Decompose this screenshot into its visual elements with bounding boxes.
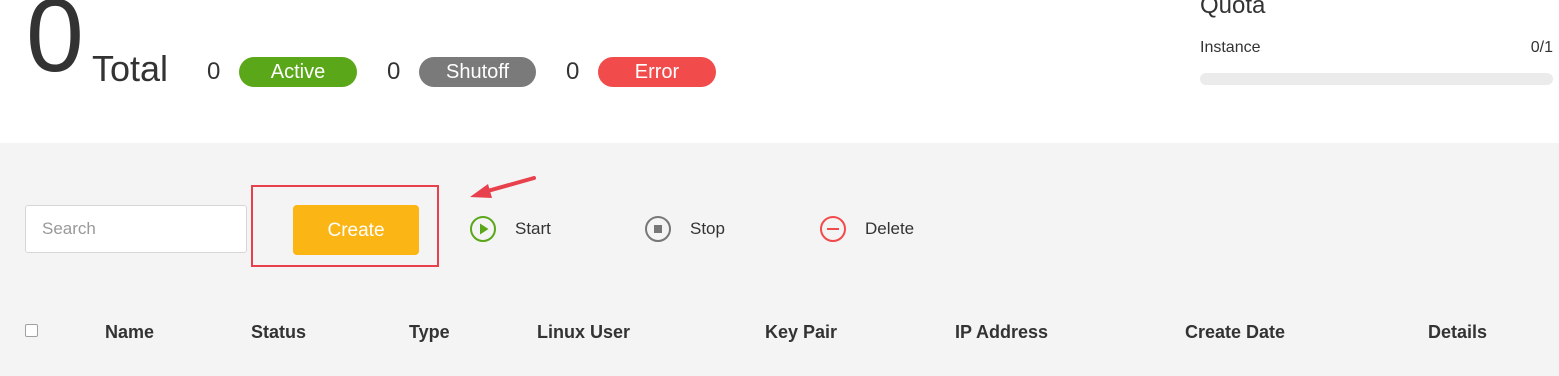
delete-label: Delete <box>865 219 915 238</box>
total-count: 0 <box>26 0 84 94</box>
quota-title: Quota <box>1200 0 1266 19</box>
error-count: 0 <box>566 58 580 85</box>
quota-instance-label: Instance <box>1200 39 1261 56</box>
column-header-type[interactable]: Type <box>409 322 450 343</box>
stop-label: Stop <box>690 219 725 238</box>
column-header-name[interactable]: Name <box>105 322 154 343</box>
quota-instance-value: 0/1 <box>1530 39 1553 56</box>
select-all-checkbox[interactable] <box>25 324 38 337</box>
start-button[interactable]: Start <box>469 214 551 244</box>
error-status-badge: Error <box>598 57 716 87</box>
minus-circle-icon <box>820 216 846 242</box>
column-header-create-date[interactable]: Create Date <box>1185 322 1285 343</box>
shutoff-count: 0 <box>387 58 401 85</box>
create-button[interactable]: Create <box>293 205 419 255</box>
stop-circle-icon <box>645 216 671 242</box>
search-input[interactable] <box>25 205 247 253</box>
quota-instance-progress-bar <box>1200 73 1553 85</box>
column-header-status[interactable]: Status <box>251 322 306 343</box>
column-header-ip-address[interactable]: IP Address <box>955 322 1048 343</box>
total-label: Total <box>92 48 169 89</box>
arrow-icon <box>470 176 536 198</box>
stop-button[interactable]: Stop <box>644 214 725 244</box>
shutoff-status-badge: Shutoff <box>419 57 536 87</box>
play-circle-icon <box>470 216 496 242</box>
active-count: 0 <box>207 58 221 85</box>
column-header-linux-user[interactable]: Linux User <box>537 322 630 343</box>
column-header-details[interactable]: Details <box>1428 322 1487 343</box>
start-label: Start <box>515 219 551 238</box>
delete-button[interactable]: Delete <box>819 214 914 244</box>
active-status-badge: Active <box>239 57 357 87</box>
column-header-key-pair[interactable]: Key Pair <box>765 322 837 343</box>
